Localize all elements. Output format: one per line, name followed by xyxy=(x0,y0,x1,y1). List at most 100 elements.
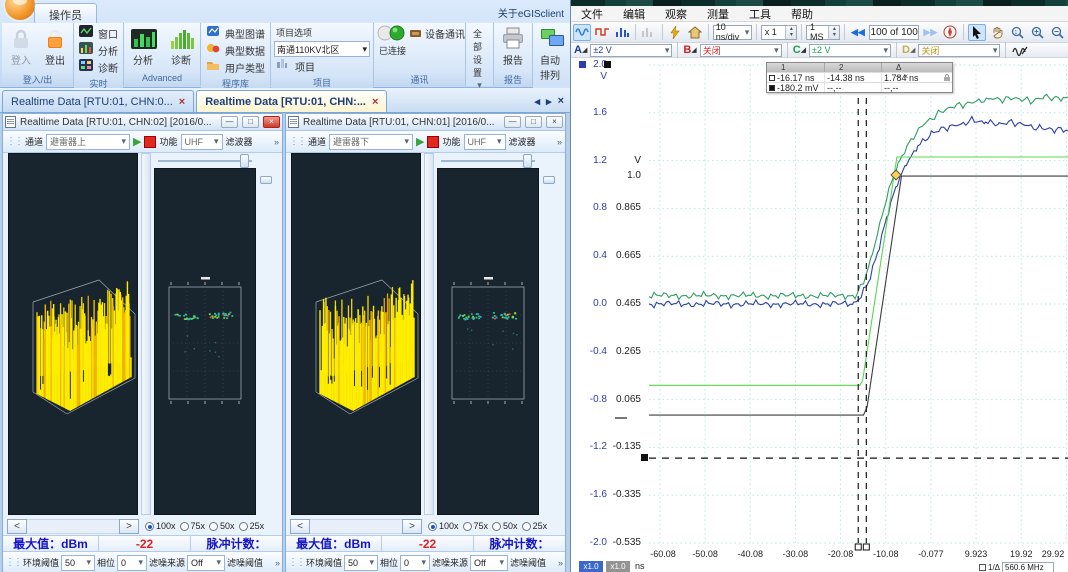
user-type-button[interactable]: 用户类型 xyxy=(204,59,267,75)
window-titlebar[interactable]: Realtime Data [RTU:01, CHN:01] [2016/0..… xyxy=(286,114,565,131)
menu-edit[interactable]: 编辑 xyxy=(613,6,655,22)
scrollbar-track[interactable] xyxy=(310,519,402,534)
minimize-button[interactable]: — xyxy=(504,116,521,128)
logout-button[interactable]: 登出 xyxy=(39,25,71,69)
zoom-25x-radio[interactable]: 25x xyxy=(522,521,548,531)
waterfall-3d-panel[interactable] xyxy=(8,153,138,515)
close-tab-button[interactable]: × xyxy=(556,95,566,108)
env-threshold-select[interactable]: 50▾ xyxy=(344,555,378,571)
play-button[interactable]: ▶ xyxy=(133,135,141,148)
pan-left-button[interactable]: < xyxy=(7,519,27,534)
channel-b-range-select[interactable]: 关闭 ▾ xyxy=(700,44,782,57)
zoom-in-button[interactable] xyxy=(1028,24,1046,41)
project-select[interactable]: 南通110KV北区 ▾ xyxy=(274,41,370,57)
vertical-scrollbar[interactable] xyxy=(424,153,434,515)
zoom-25x-radio[interactable]: 25x xyxy=(239,521,265,531)
device-comm-button[interactable]: 设备通讯 xyxy=(407,26,467,41)
analysis-small-button[interactable]: 分析 xyxy=(77,42,120,58)
tab-close-icon[interactable]: × xyxy=(179,96,185,108)
channel-select[interactable]: 避雷器上 ▾ xyxy=(46,134,130,150)
compass-icon[interactable] xyxy=(941,24,959,41)
waveform-canvas[interactable]: -60.08-50.08-40.08-30.08-20.08-10.08-0.0… xyxy=(649,60,1068,560)
analysis-button[interactable]: 分析 xyxy=(127,25,159,69)
square-wave-mode-button[interactable] xyxy=(593,24,611,41)
function-select[interactable]: UHF ▾ xyxy=(181,134,223,150)
toolbar-overflow-button[interactable]: » xyxy=(558,559,563,567)
timebase-select[interactable]: 10 ns/div ▾ xyxy=(713,25,752,40)
horizontal-slider-handle[interactable] xyxy=(240,154,249,168)
project-button[interactable]: 项目 xyxy=(274,58,317,74)
prpd-2d-panel[interactable] xyxy=(437,168,539,515)
toolbar-overflow-button[interactable]: » xyxy=(557,138,562,146)
spinner-arrows-icon[interactable]: ▴▾ xyxy=(785,26,796,39)
pan-right-button[interactable]: > xyxy=(402,519,422,534)
channel-a-range-select[interactable]: ±2 V ▾ xyxy=(590,44,672,57)
persistence-mode-button[interactable] xyxy=(640,24,658,41)
zoom-out-button[interactable] xyxy=(1048,24,1066,41)
minimize-button[interactable]: — xyxy=(221,116,238,128)
next-capture-button[interactable]: ▶▶ xyxy=(921,24,939,41)
pan-hand-button[interactable] xyxy=(988,24,1006,41)
lock-icon[interactable] xyxy=(944,73,952,83)
pan-left-button[interactable]: < xyxy=(290,519,310,534)
measurement-overlay[interactable]: 1 2 Δ –× -16.17 ns -14.38 ns 1.784 ns -1… xyxy=(766,62,953,93)
zoom-75x-radio[interactable]: 75x xyxy=(180,521,206,531)
spinner-arrows-icon[interactable]: ▴▾ xyxy=(828,26,839,39)
x-multiplier-b[interactable]: x1.0 xyxy=(606,561,630,572)
doc-tab-1[interactable]: Realtime Data [RTU:01, CHN:0... × xyxy=(2,90,194,112)
login-button[interactable]: 登入 xyxy=(5,25,37,69)
freq-checkbox[interactable] xyxy=(979,564,986,571)
maximize-button[interactable]: □ xyxy=(525,116,542,128)
channel-a-control[interactable]: A◢ xyxy=(574,44,587,56)
menu-view[interactable]: 观察 xyxy=(655,6,697,22)
doc-tab-2[interactable]: Realtime Data [RTU:01, CHN:... × xyxy=(196,90,387,112)
zoom-100-button[interactable]: 1 xyxy=(1008,24,1026,41)
typical-atlas-button[interactable]: 典型图谱 xyxy=(204,25,267,41)
ground-marker[interactable] xyxy=(615,417,627,419)
channel-d-control[interactable]: D◢ xyxy=(902,44,915,56)
zoom-50x-radio[interactable]: 50x xyxy=(492,521,518,531)
select-cursor-button[interactable] xyxy=(968,24,986,41)
diagnosis-small-button[interactable]: 诊断 xyxy=(77,59,120,75)
zoom-100x-radio[interactable]: 100x xyxy=(428,521,459,531)
channel-d-range-select[interactable]: 关闭 ▾ xyxy=(918,44,1000,57)
menu-file[interactable]: 文件 xyxy=(571,6,613,22)
horizontal-slider-track[interactable] xyxy=(441,160,535,162)
previous-capture-button[interactable]: ◀◀ xyxy=(849,24,867,41)
scrollbar-track[interactable] xyxy=(27,519,119,534)
diagnosis-button[interactable]: 诊断 xyxy=(165,25,197,69)
tab-close-icon[interactable]: × xyxy=(372,96,378,108)
channel-b-control[interactable]: B◢ xyxy=(683,44,696,56)
voltage-cursor-handle[interactable] xyxy=(641,454,648,461)
menu-help[interactable]: 帮助 xyxy=(781,6,823,22)
window-button[interactable]: 通道 窗口 xyxy=(77,25,120,41)
stop-button[interactable] xyxy=(427,136,439,148)
channel-select[interactable]: 避雷器下 ▾ xyxy=(329,134,413,150)
close-button[interactable]: × xyxy=(263,116,280,128)
window-titlebar[interactable]: Realtime Data [RTU:01, CHN:02] [2016/0..… xyxy=(3,114,282,131)
channel-c-control[interactable]: C◢ xyxy=(793,44,806,56)
horizontal-slider-track[interactable] xyxy=(158,160,252,162)
noise-source-select[interactable]: Off▾ xyxy=(470,555,508,571)
scroll-tabs-right-button[interactable]: ▸ xyxy=(544,95,554,108)
toolbar-overflow-button[interactable]: » xyxy=(275,559,280,567)
phase-select[interactable]: 0▾ xyxy=(117,555,147,571)
stop-button[interactable] xyxy=(144,136,156,148)
zoom-75x-radio[interactable]: 75x xyxy=(463,521,489,531)
spectrum-mode-button[interactable] xyxy=(613,24,631,41)
application-orb-button[interactable] xyxy=(3,0,37,22)
phase-select[interactable]: 0▾ xyxy=(400,555,430,571)
vertical-slider-handle[interactable] xyxy=(260,176,272,184)
trigger-button[interactable] xyxy=(666,24,684,41)
zoom-50x-radio[interactable]: 50x xyxy=(209,521,235,531)
analog-wave-mode-button[interactable] xyxy=(573,24,591,41)
math-waveform-button[interactable] xyxy=(1011,42,1029,59)
report-button[interactable]: 报告 xyxy=(497,25,529,69)
typical-data-button[interactable]: 典型数据 xyxy=(204,42,267,58)
ribbon-tab-operator[interactable]: 操作员 xyxy=(34,3,97,23)
waterfall-3d-panel[interactable] xyxy=(291,153,421,515)
toolbar-overflow-button[interactable]: » xyxy=(274,138,279,146)
noise-source-select[interactable]: Off▾ xyxy=(187,555,225,571)
all-settings-button[interactable]: 全部设置 ▾ xyxy=(469,25,490,93)
sample-count-spinner[interactable]: 1 MS ▴▾ xyxy=(806,25,840,40)
